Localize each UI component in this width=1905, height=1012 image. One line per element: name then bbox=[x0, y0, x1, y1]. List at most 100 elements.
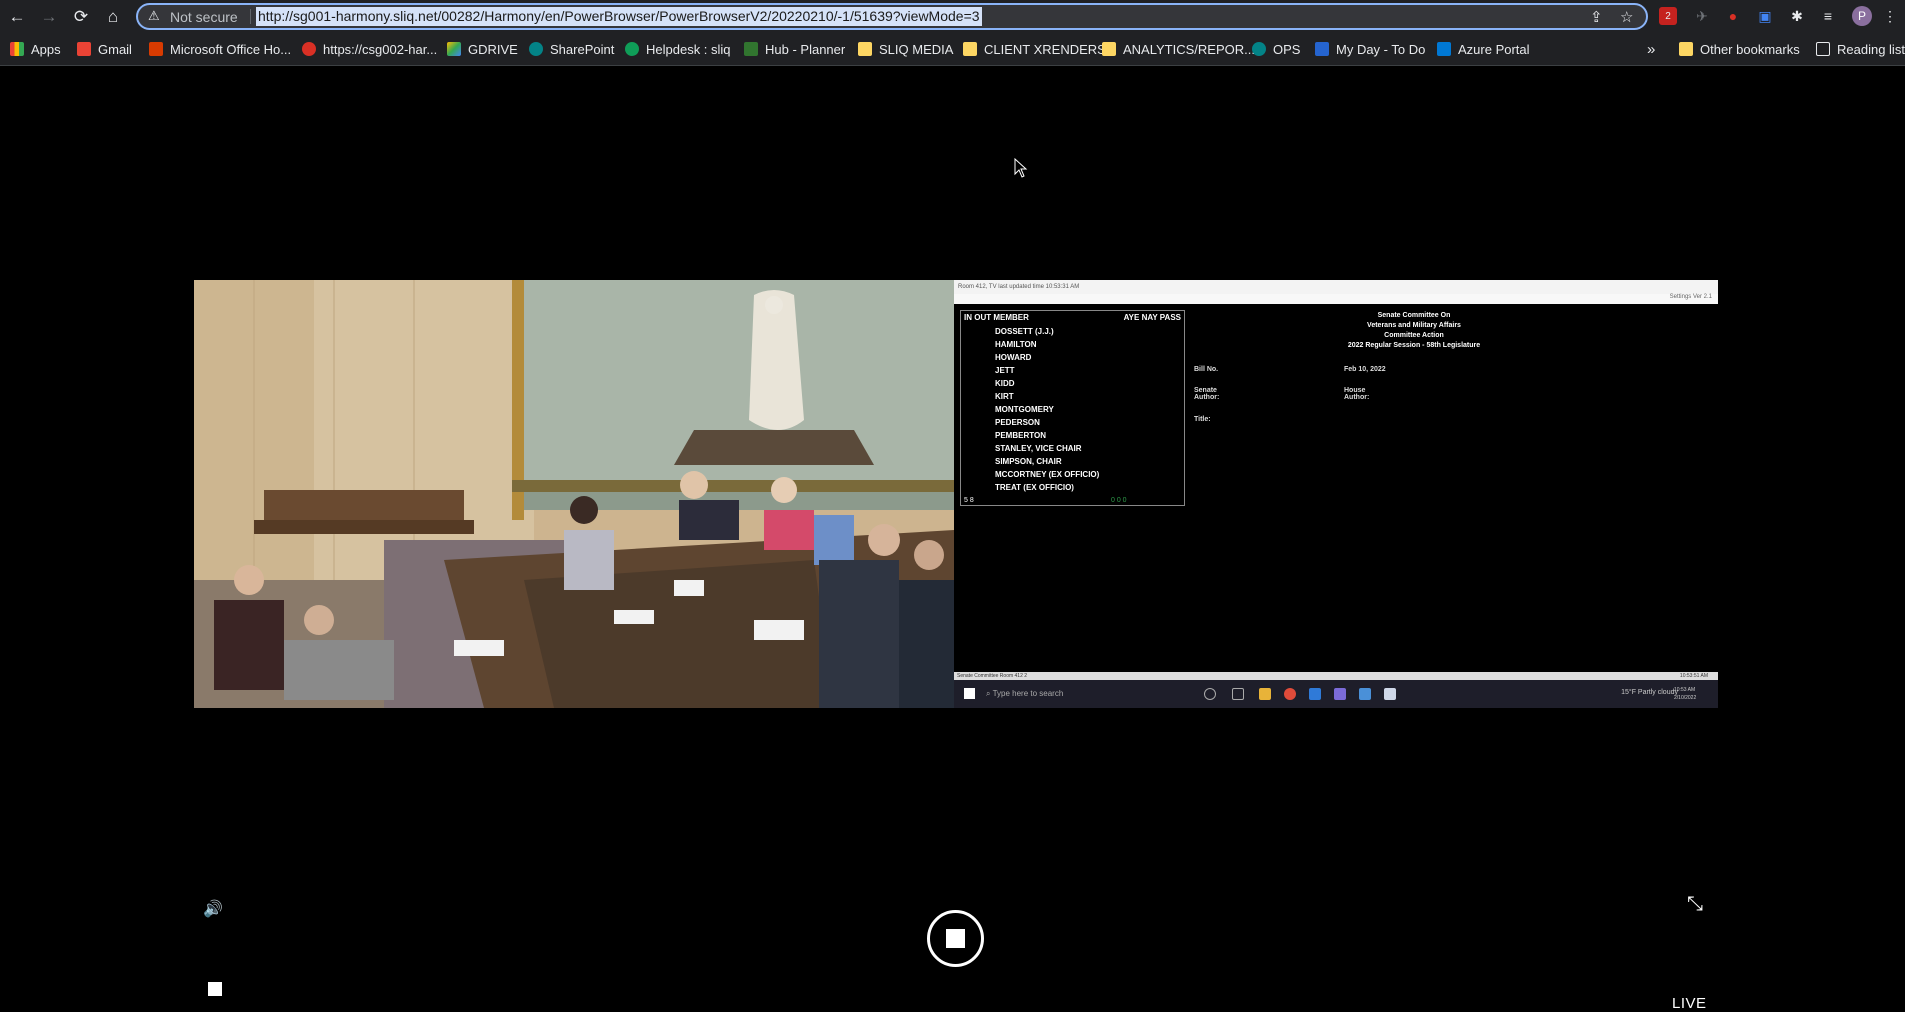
puzzle-icon[interactable]: ✱ bbox=[1787, 6, 1807, 26]
bookmark-sharepoint[interactable]: SharePoint bbox=[529, 40, 614, 60]
member-row: KIRT bbox=[995, 392, 1014, 401]
taskbar-weather: 15°F Partly cloudy bbox=[1621, 689, 1678, 696]
star-icon[interactable]: ☆ bbox=[1620, 8, 1633, 26]
bookmark-label: Helpdesk : sliq bbox=[646, 42, 731, 57]
bookmark-apps[interactable]: Apps bbox=[10, 40, 61, 60]
member-row: HOWARD bbox=[995, 353, 1032, 362]
bookmark-ops[interactable]: OPS bbox=[1252, 40, 1300, 60]
committee-line: 2022 Regular Session - 58th Legislature bbox=[1347, 342, 1481, 349]
bookmark-helpdesk[interactable]: Helpdesk : sliq bbox=[625, 40, 731, 60]
collapse-icon[interactable]: ⤡ bbox=[1687, 893, 1703, 916]
bookmark-azure[interactable]: Azure Portal bbox=[1437, 40, 1530, 60]
screen-toolbar bbox=[954, 294, 1718, 304]
site-icon bbox=[302, 42, 316, 56]
bookmark-reading-list[interactable]: Reading list bbox=[1816, 40, 1905, 60]
committee-line: Veterans and Military Affairs bbox=[1367, 322, 1461, 329]
bookmark-folder-sliq-media[interactable]: SLIQ MEDIA bbox=[858, 40, 953, 60]
bookmark-gdrive[interactable]: GDRIVE bbox=[447, 40, 518, 60]
bookmark-label: Azure Portal bbox=[1458, 42, 1530, 57]
member-row: PEMBERTON bbox=[995, 431, 1046, 440]
bookmark-folder-client-xrenders[interactable]: CLIENT XRENDERS bbox=[963, 40, 1106, 60]
bookmark-office[interactable]: Microsoft Office Ho... bbox=[149, 40, 291, 60]
bookmark-csg002[interactable]: https://csg002-har... bbox=[302, 40, 437, 60]
back-icon[interactable]: ← bbox=[6, 6, 28, 28]
screen-titlebar: Room 412, TV last updated time 10:53:31 … bbox=[954, 280, 1718, 294]
office-icon bbox=[149, 42, 163, 56]
todo-check-icon bbox=[1315, 42, 1329, 56]
status-left: Senate Committee Room 412 2 bbox=[957, 673, 1028, 679]
record-extension-icon[interactable]: ● bbox=[1723, 6, 1743, 26]
video-frame[interactable]: Room 412, TV last updated time 10:53:31 … bbox=[194, 280, 1718, 708]
profile-avatar[interactable]: P bbox=[1852, 6, 1872, 26]
media-control-icon[interactable]: ≡ bbox=[1818, 6, 1838, 26]
home-icon[interactable]: ⌂ bbox=[102, 6, 124, 28]
house-author-label: House Author: bbox=[1344, 387, 1370, 401]
bookmark-folder-analytics[interactable]: ANALYTICS/REPOR... bbox=[1102, 40, 1255, 60]
committee-line: Senate Committee On bbox=[1377, 312, 1451, 319]
member-row: TREAT (EX OFFICIO) bbox=[995, 483, 1074, 492]
bookmark-label: Other bookmarks bbox=[1700, 42, 1800, 57]
bookmark-label: ANALYTICS/REPOR... bbox=[1123, 42, 1255, 57]
member-row: MCCORTNEY (EX OFFICIO) bbox=[995, 470, 1100, 479]
screen-extension-icon[interactable]: ▣ bbox=[1755, 6, 1775, 26]
status-right: 10:53:51 AM bbox=[1679, 673, 1708, 679]
browser-toolbar: ← → ⟳ ⌂ ⚠ Not secure http://sg001-harmon… bbox=[0, 0, 1905, 33]
windows-taskbar: ⌕ Type here to search 15°F Partly cloudy… bbox=[954, 680, 1718, 708]
bookmarks-overflow-button[interactable]: » bbox=[1647, 40, 1655, 60]
bookmark-gmail[interactable]: Gmail bbox=[77, 40, 132, 60]
warning-icon[interactable]: ⚠ bbox=[148, 8, 160, 24]
pin-extension-icon[interactable]: ✈ bbox=[1692, 6, 1712, 26]
committee-line: Committee Action bbox=[1384, 332, 1444, 339]
sharepoint-icon bbox=[1252, 42, 1266, 56]
settings-version: Settings Ver 2.1 bbox=[1669, 294, 1712, 300]
stop-button[interactable] bbox=[927, 910, 984, 967]
menu-dots-icon[interactable]: ⋮ bbox=[1880, 6, 1900, 26]
bookmark-label: SLIQ MEDIA bbox=[879, 42, 954, 57]
member-row: KIDD bbox=[995, 379, 1015, 388]
member-row: JETT bbox=[995, 366, 1015, 375]
reload-icon[interactable]: ⟳ bbox=[70, 6, 92, 28]
folder-icon bbox=[1102, 42, 1116, 56]
bookmark-label: Hub - Planner bbox=[765, 42, 846, 57]
senate-author-label: Senate Author: bbox=[1194, 387, 1220, 401]
task-view-icon bbox=[1232, 688, 1244, 700]
speaker-icon[interactable]: 🔊 bbox=[203, 899, 223, 919]
bookmark-label: OPS bbox=[1273, 42, 1301, 57]
stop-square-icon[interactable] bbox=[208, 982, 222, 996]
folder-icon bbox=[963, 42, 977, 56]
bookmark-label: Gmail bbox=[98, 42, 132, 57]
teams-icon bbox=[1334, 688, 1346, 700]
video-player[interactable]: Room 412, TV last updated time 10:53:31 … bbox=[0, 67, 1905, 1012]
address-bar[interactable]: ⚠ Not secure http://sg001-harmony.sliq.n… bbox=[136, 3, 1648, 30]
bookmark-label: https://csg002-har... bbox=[323, 42, 438, 57]
share-icon[interactable]: ⇪ bbox=[1590, 8, 1603, 26]
azure-icon bbox=[1437, 42, 1451, 56]
bookmark-planner[interactable]: Hub - Planner bbox=[744, 40, 845, 60]
taskbar-clock: 10:53 AM 2/10/2022 bbox=[1674, 687, 1697, 701]
roster-panel: IN OUT MEMBER AYE NAY PASS DOSSETT (J.J.… bbox=[960, 310, 1185, 506]
in-out-counts: 5 8 bbox=[964, 497, 974, 504]
roster-header-left: IN OUT MEMBER bbox=[964, 313, 1029, 322]
title-label: Title: bbox=[1194, 416, 1211, 423]
roster-header-right: AYE NAY PASS bbox=[1123, 313, 1181, 322]
taskbar-search-text: Type here to search bbox=[992, 689, 1064, 698]
forward-icon[interactable]: → bbox=[38, 6, 60, 28]
bookmarks-bar: Apps Gmail Microsoft Office Ho... https:… bbox=[0, 33, 1905, 66]
screen-statusbar: Senate Committee Room 412 2 10:53:51 AM bbox=[954, 672, 1718, 680]
bookmark-my-day[interactable]: My Day - To Do bbox=[1315, 40, 1425, 60]
outlook-icon bbox=[1309, 688, 1321, 700]
vote-counts: 0 0 0 bbox=[1111, 497, 1127, 504]
extension-badge-icon[interactable]: 2 bbox=[1659, 7, 1677, 25]
folder-icon bbox=[858, 42, 872, 56]
url-text[interactable]: http://sg001-harmony.sliq.net/00282/Harm… bbox=[256, 7, 982, 26]
bookmark-label: My Day - To Do bbox=[1336, 42, 1426, 57]
member-row: PEDERSON bbox=[995, 418, 1040, 427]
security-label[interactable]: Not secure bbox=[170, 9, 238, 25]
sharepoint-icon bbox=[529, 42, 543, 56]
bookmark-other[interactable]: Other bookmarks bbox=[1679, 40, 1800, 60]
cortana-icon bbox=[1204, 688, 1216, 700]
member-row: DOSSETT (J.J.) bbox=[995, 327, 1054, 336]
folder-icon bbox=[1679, 42, 1693, 56]
app-icon bbox=[1359, 688, 1371, 700]
bookmark-label: Reading list bbox=[1837, 42, 1905, 57]
